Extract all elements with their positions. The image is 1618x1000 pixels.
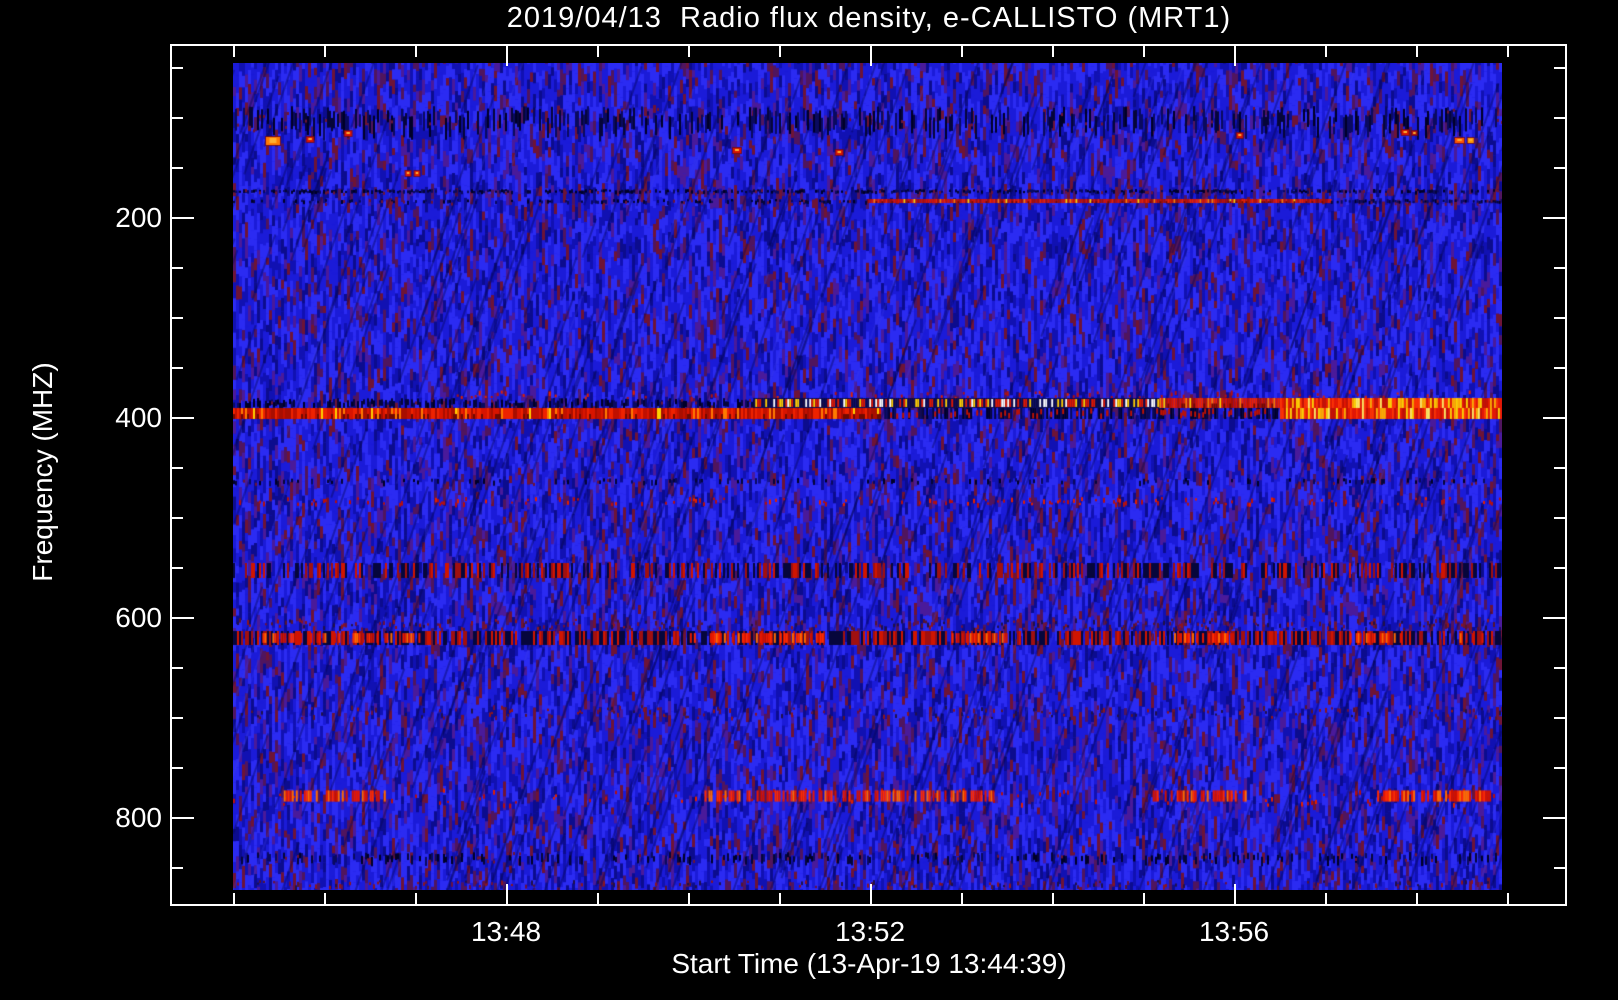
- tick-mark: [506, 884, 508, 904]
- tick-mark: [1416, 46, 1418, 57]
- tick-mark: [1554, 117, 1565, 119]
- tick-mark: [172, 417, 194, 419]
- tick-mark: [961, 46, 963, 57]
- tick-mark: [1554, 367, 1565, 369]
- tick-mark: [172, 517, 183, 519]
- page-title: 2019/04/13 Radio flux density, e-CALLIST…: [506, 2, 1232, 34]
- tick-mark: [1234, 46, 1236, 66]
- tick-mark: [597, 46, 599, 57]
- tick-mark: [688, 46, 690, 57]
- x-axis-title: Start Time (13-Apr-19 13:44:39): [671, 948, 1067, 979]
- tick-mark: [324, 893, 326, 904]
- tick-mark: [870, 884, 872, 904]
- tick-mark: [233, 46, 235, 57]
- tick-mark: [172, 67, 183, 69]
- tick-mark: [870, 46, 872, 66]
- tick-mark: [1554, 867, 1565, 869]
- tick-mark: [233, 893, 235, 904]
- tick-mark: [1554, 67, 1565, 69]
- y-tick-label-800: 800: [115, 802, 162, 833]
- tick-mark: [1554, 467, 1565, 469]
- tick-mark: [1554, 667, 1565, 669]
- tick-mark: [597, 893, 599, 904]
- tick-mark: [1143, 46, 1145, 57]
- tick-mark: [688, 893, 690, 904]
- tick-mark: [172, 567, 183, 569]
- tick-mark: [172, 617, 194, 619]
- tick-mark: [415, 893, 417, 904]
- tick-mark: [1554, 317, 1565, 319]
- tick-mark: [1554, 717, 1565, 719]
- tick-mark: [415, 46, 417, 57]
- tick-mark: [172, 117, 183, 119]
- tick-mark: [172, 367, 183, 369]
- tick-mark: [172, 867, 183, 869]
- x-tick-label-1348: 13:48: [470, 916, 542, 947]
- tick-mark: [1052, 893, 1054, 904]
- tick-mark: [172, 317, 183, 319]
- tick-mark: [1554, 167, 1565, 169]
- x-tick-label-1356: 13:56: [1198, 916, 1270, 947]
- tick-mark: [324, 46, 326, 57]
- tick-mark: [172, 217, 194, 219]
- tick-mark: [1543, 217, 1565, 219]
- tick-mark: [1543, 617, 1565, 619]
- tick-mark: [172, 667, 183, 669]
- tick-mark: [172, 267, 183, 269]
- x-tick-label-1352: 13:52: [834, 916, 906, 947]
- tick-mark: [779, 893, 781, 904]
- tick-mark: [1416, 893, 1418, 904]
- y-tick-label-600: 600: [115, 602, 162, 633]
- tick-mark: [1543, 817, 1565, 819]
- tick-mark: [1554, 517, 1565, 519]
- tick-mark: [172, 717, 183, 719]
- tick-mark: [1507, 46, 1509, 57]
- tick-mark: [1554, 767, 1565, 769]
- tick-mark: [1543, 417, 1565, 419]
- tick-mark: [172, 817, 194, 819]
- tick-mark: [172, 467, 183, 469]
- tick-mark: [1507, 893, 1509, 904]
- spectrogram-canvas: [233, 63, 1502, 890]
- spectrogram-panel: 2019/04/13 Radio flux density, e-CALLIST…: [0, 0, 1618, 1000]
- tick-mark: [1234, 884, 1236, 904]
- tick-mark: [961, 893, 963, 904]
- tick-mark: [1554, 567, 1565, 569]
- tick-mark: [779, 46, 781, 57]
- y-tick-label-400: 400: [115, 402, 162, 433]
- tick-mark: [1325, 46, 1327, 57]
- tick-mark: [1052, 46, 1054, 57]
- tick-mark: [1143, 893, 1145, 904]
- y-axis-title: Frequency (MHZ): [27, 362, 58, 582]
- y-tick-label-200: 200: [115, 202, 162, 233]
- tick-mark: [172, 167, 183, 169]
- tick-mark: [172, 767, 183, 769]
- tick-mark: [1554, 267, 1565, 269]
- tick-mark: [506, 46, 508, 66]
- tick-mark: [1325, 893, 1327, 904]
